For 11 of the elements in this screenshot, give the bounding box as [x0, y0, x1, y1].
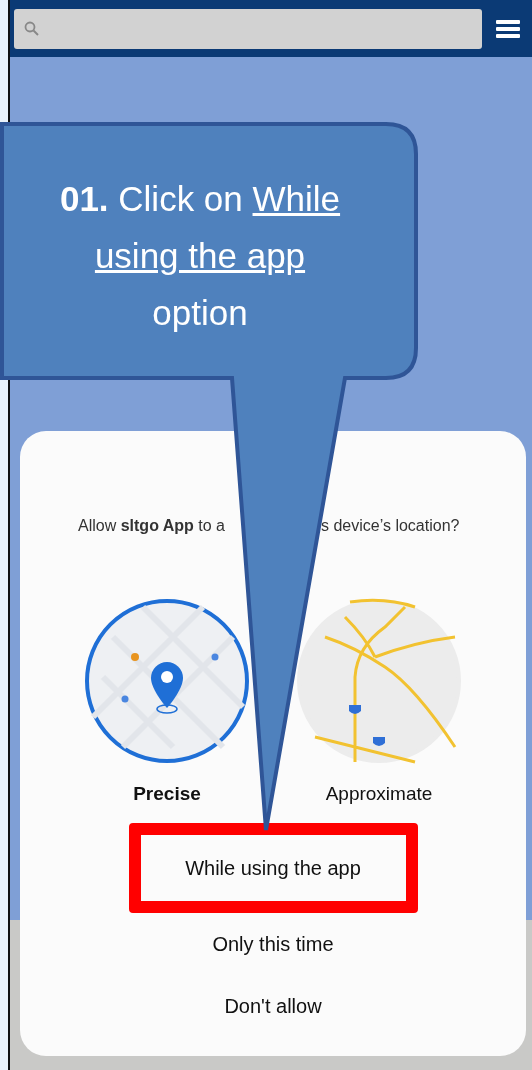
- prompt-text: s device’s location?: [321, 517, 460, 535]
- prompt-text: Allow sltgo App to a: [78, 517, 225, 535]
- accuracy-option[interactable]: Precise: [133, 783, 201, 805]
- menu-icon: [496, 18, 520, 39]
- dialog-option[interactable]: Only this time: [128, 913, 418, 975]
- search-field[interactable]: [14, 8, 482, 49]
- accuracy-option[interactable]: Approximate: [325, 783, 433, 805]
- search-icon: [24, 20, 40, 37]
- dialog-option[interactable]: Don't allow: [128, 975, 418, 1037]
- callout-text: 01. Click on While using the app option: [58, 178, 342, 334]
- dialog-option[interactable]: While using the app: [128, 823, 418, 913]
